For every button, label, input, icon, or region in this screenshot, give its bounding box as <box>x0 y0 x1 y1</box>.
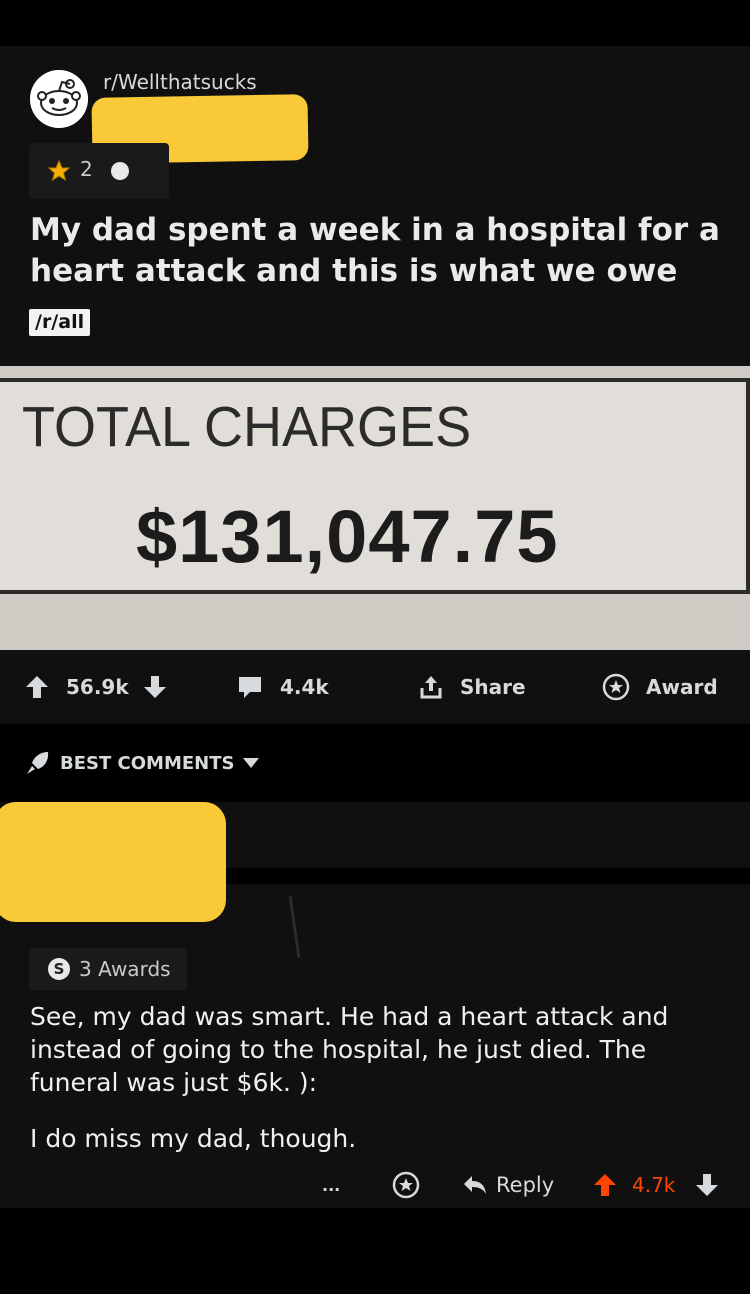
reddit-snoo-icon <box>30 70 88 128</box>
comment-action-bar: ... Reply 4.7k <box>0 1166 750 1204</box>
downvote-icon <box>144 676 166 698</box>
post-awards[interactable]: 2 <box>29 143 169 199</box>
upvote-button[interactable] <box>24 654 50 720</box>
caret-down-icon <box>243 758 260 768</box>
comment-body-2: I do miss my dad, though. <box>30 1124 357 1153</box>
upvote-icon <box>26 676 48 698</box>
award-count: 2 <box>80 157 93 181</box>
upvote-icon <box>594 1174 616 1196</box>
silver-award-icon: S <box>48 958 70 980</box>
downvote-button[interactable] <box>142 654 168 720</box>
commenter-redaction <box>0 802 226 922</box>
share-icon <box>420 676 442 699</box>
reply-button[interactable]: Reply <box>462 1166 554 1204</box>
award-button[interactable]: Award <box>602 654 718 720</box>
post-flair[interactable]: /r/all <box>29 309 91 336</box>
comments-button[interactable]: 4.4k <box>236 654 329 720</box>
comment-awards[interactable]: S 3 Awards <box>29 948 187 990</box>
comment-downvote-button[interactable] <box>694 1166 720 1204</box>
award-icon <box>47 159 71 182</box>
svg-text:S: S <box>54 960 65 978</box>
post-action-bar: 56.9k 4.4k Share Award <box>0 654 750 720</box>
reply-label: Reply <box>496 1173 555 1197</box>
star-award-icon <box>392 1171 420 1199</box>
share-button[interactable]: Share <box>418 654 526 720</box>
comments-sort-dropdown[interactable]: BEST COMMENTS <box>24 748 260 778</box>
post-title[interactable]: My dad spent a week in a hospital for a … <box>30 210 720 292</box>
award-icon <box>111 162 129 180</box>
comment-count: 4.4k <box>280 675 329 699</box>
downvote-icon <box>696 1174 718 1196</box>
subreddit-name[interactable]: r/Wellthatsucks <box>103 70 257 94</box>
rocket-sort-icon <box>27 752 49 774</box>
sort-label: BEST COMMENTS <box>60 752 235 774</box>
comment-body: See, my dad was smart. He had a heart at… <box>30 1002 669 1097</box>
award-label: Award <box>646 675 718 699</box>
comment-award-button[interactable] <box>392 1166 420 1204</box>
post-image[interactable]: TOTAL CHARGES $131,047.75 <box>0 366 750 650</box>
share-label: Share <box>460 675 526 699</box>
vote-count: 56.9k <box>66 675 129 699</box>
comment-icon <box>239 677 261 698</box>
more-options-button[interactable]: ... <box>322 1166 340 1204</box>
comment-awards-label: 3 Awards <box>79 957 171 981</box>
subreddit-avatar[interactable] <box>30 70 88 128</box>
charges-label: TOTAL CHARGES <box>22 395 472 459</box>
comment-vote-count: 4.7k <box>632 1173 676 1197</box>
star-award-icon <box>602 673 630 701</box>
comment-upvote-button[interactable] <box>592 1166 618 1204</box>
reply-icon <box>464 1176 486 1194</box>
charges-amount: $131,047.75 <box>136 495 559 578</box>
